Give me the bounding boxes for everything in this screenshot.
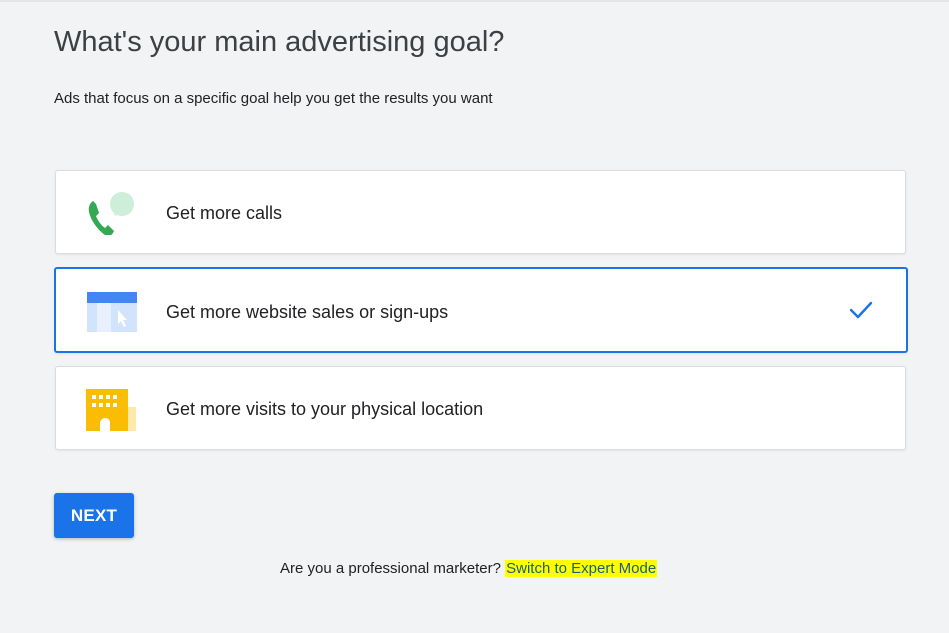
storefront-building-icon — [84, 387, 140, 431]
next-button[interactable]: NEXT — [54, 493, 134, 538]
goal-option-website[interactable]: Get more website sales or sign-ups — [54, 267, 908, 353]
phone-call-icon — [84, 191, 140, 237]
check-icon — [848, 298, 874, 322]
goal-option-calls[interactable]: Get more calls — [55, 170, 906, 254]
page-title: What's your main advertising goal? — [54, 26, 505, 58]
goal-option-location[interactable]: Get more visits to your physical locatio… — [55, 366, 906, 450]
website-cursor-icon — [85, 290, 141, 334]
switch-to-expert-mode-link[interactable]: Switch to Expert Mode — [505, 560, 658, 577]
top-divider — [0, 0, 949, 2]
goal-option-label: Get more calls — [166, 203, 283, 223]
page-subtitle: Ads that focus on a specific goal help y… — [54, 90, 493, 107]
expert-mode-prompt: Are you a professional marketer? Switch … — [280, 558, 658, 580]
goal-option-label: Get more website sales or sign-ups — [166, 302, 449, 322]
footer-question: Are you a professional marketer? — [280, 560, 501, 577]
goal-option-label: Get more visits to your physical locatio… — [166, 399, 484, 419]
